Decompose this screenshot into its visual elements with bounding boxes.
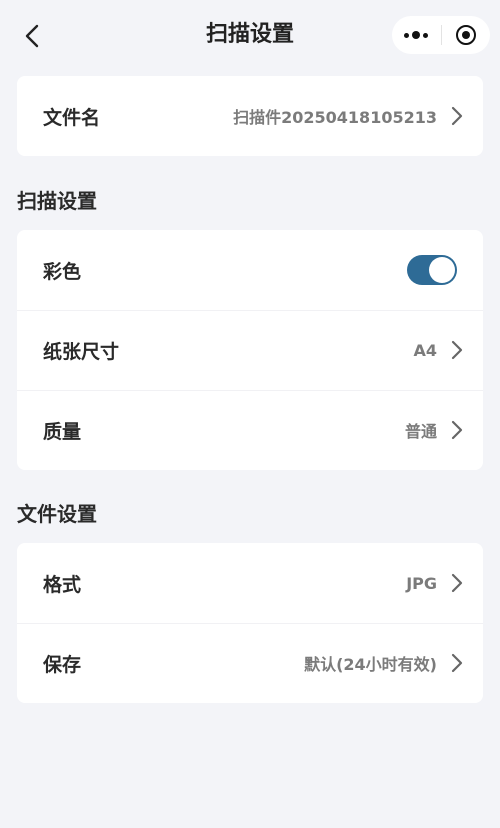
more-dots-icon bbox=[404, 31, 429, 39]
save-label: 保存 bbox=[43, 653, 82, 676]
file-name-row[interactable]: 文件名 扫描件20250418105213 bbox=[17, 76, 483, 156]
back-button[interactable] bbox=[16, 18, 48, 54]
chevron-right-icon bbox=[449, 418, 465, 442]
paper-size-value: A4 bbox=[413, 340, 437, 360]
paper-size-label: 纸张尺寸 bbox=[43, 340, 120, 363]
file-name-label: 文件名 bbox=[43, 106, 101, 129]
file-settings-card: 格式 JPG 保存 默认(24小时有效) bbox=[17, 543, 483, 703]
toggle-knob bbox=[429, 257, 455, 283]
chevron-right-icon bbox=[449, 338, 465, 362]
format-label: 格式 bbox=[43, 573, 82, 596]
scan-settings-card: 彩色 纸张尺寸 A4 质量 普通 bbox=[17, 230, 483, 470]
color-row: 彩色 bbox=[17, 230, 483, 310]
mini-program-capsule bbox=[392, 16, 490, 54]
quality-value: 普通 bbox=[404, 422, 437, 441]
save-value: 默认(24小时有效) bbox=[304, 655, 437, 674]
format-value: JPG bbox=[406, 573, 437, 593]
file-name-value: 扫描件20250418105213 bbox=[233, 108, 437, 127]
quality-row[interactable]: 质量 普通 bbox=[17, 390, 483, 470]
format-row[interactable]: 格式 JPG bbox=[17, 543, 483, 623]
color-toggle[interactable] bbox=[407, 255, 457, 285]
paper-size-row[interactable]: 纸张尺寸 A4 bbox=[17, 310, 483, 390]
chevron-left-icon bbox=[25, 24, 39, 48]
quality-label: 质量 bbox=[43, 420, 82, 443]
chevron-right-icon bbox=[449, 571, 465, 595]
chevron-right-icon bbox=[449, 651, 465, 675]
file-settings-heading: 文件设置 bbox=[17, 502, 97, 526]
nav-bar: 扫描设置 bbox=[0, 0, 500, 72]
file-name-card: 文件名 扫描件20250418105213 bbox=[17, 76, 483, 156]
color-label: 彩色 bbox=[43, 260, 82, 283]
target-circle-icon bbox=[455, 25, 476, 45]
chevron-right-icon bbox=[449, 104, 465, 128]
save-row[interactable]: 保存 默认(24小时有效) bbox=[17, 623, 483, 703]
scan-settings-heading: 扫描设置 bbox=[17, 189, 97, 213]
close-button[interactable] bbox=[442, 16, 491, 54]
more-button[interactable] bbox=[392, 16, 441, 54]
